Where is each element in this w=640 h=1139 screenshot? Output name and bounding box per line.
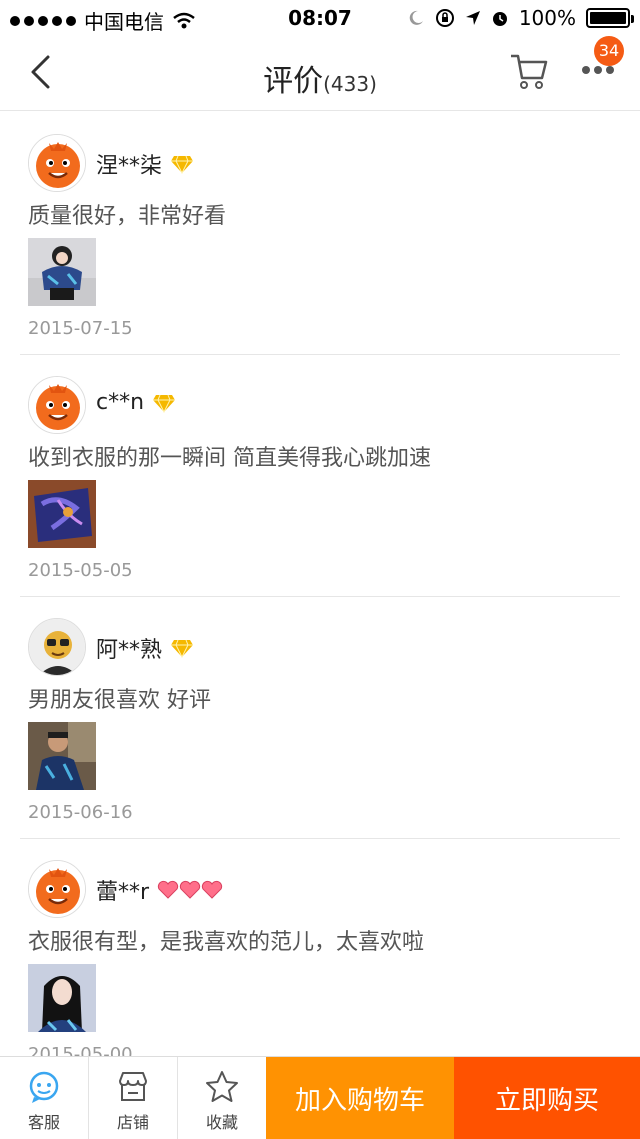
username: c**n (96, 390, 176, 415)
review-photo[interactable] (28, 238, 96, 306)
rotation-lock-icon (435, 9, 454, 27)
review-text: 男朋友很喜欢 好评 (28, 688, 211, 713)
review-date: 2015-06-16 (28, 802, 133, 823)
review-photo[interactable] (28, 480, 96, 548)
diamond-icon (171, 155, 194, 174)
review-item: 蕾**r 衣服很有型，是我喜欢的范儿，太喜欢啦 2015-05-00 (20, 838, 620, 1080)
customer-service-icon (29, 1071, 59, 1103)
location-arrow-icon (465, 11, 480, 25)
review-photo[interactable] (28, 722, 96, 790)
status-right: 100% (407, 6, 634, 30)
username: 涅**柒 (96, 148, 194, 180)
status-bar: 中国电信 08:07 100% (0, 0, 640, 36)
username-text: c**n (96, 390, 145, 415)
avatar[interactable] (28, 134, 86, 192)
battery-icon (586, 8, 634, 28)
review-photo[interactable] (28, 964, 96, 1032)
review-item: 涅**柒 质量很好，非常好看 2015-07-15 (20, 112, 620, 355)
battery-fill (590, 12, 626, 24)
shop-label: 店铺 (116, 1113, 149, 1132)
review-text: 衣服很有型，是我喜欢的范儿，太喜欢啦 (28, 930, 425, 955)
buy-now-button[interactable]: 立即购买 (454, 1057, 640, 1139)
username: 蕾**r (96, 874, 223, 906)
favorite-label: 收藏 (205, 1113, 238, 1132)
review-item: 阿**熟 男朋友很喜欢 好评 2015-06-16 (20, 596, 620, 839)
nav-bar: 评价(433) 34 (0, 36, 640, 111)
username-text: 涅**柒 (96, 154, 163, 179)
star-icon (206, 1071, 238, 1102)
shop-button[interactable]: 店铺 (89, 1057, 177, 1139)
review-count: (433) (323, 72, 377, 96)
favorite-button[interactable]: 收藏 (178, 1057, 266, 1139)
notification-badge: 34 (594, 36, 624, 66)
review-date: 2015-07-15 (28, 318, 133, 339)
username-text: 阿**熟 (96, 638, 163, 663)
moon-icon (409, 10, 423, 25)
alarm-icon (492, 12, 507, 26)
avatar[interactable] (28, 860, 86, 918)
username-text: 蕾**r (96, 880, 150, 905)
diamond-icon (153, 394, 176, 413)
review-item: c**n 收到衣服的那一瞬间 简直美得我心跳加速 2015-05-05 (20, 354, 620, 597)
diamond-icon (171, 639, 194, 658)
review-date: 2015-05-05 (28, 560, 133, 581)
avatar[interactable] (28, 376, 86, 434)
review-text: 收到衣服的那一瞬间 简直美得我心跳加速 (28, 446, 431, 471)
cart-icon[interactable] (508, 50, 550, 92)
customer-service-button[interactable]: 客服 (0, 1057, 88, 1139)
review-text: 质量很好，非常好看 (28, 204, 227, 229)
bottom-action-bar: 客服 店铺 收藏 加入购物车 立即购买 (0, 1056, 640, 1139)
page-title-text: 评价 (263, 64, 324, 99)
hearts-icon (157, 880, 223, 899)
customer-service-label: 客服 (27, 1113, 60, 1132)
shop-icon (119, 1072, 147, 1101)
avatar[interactable] (28, 618, 86, 676)
username: 阿**熟 (96, 632, 194, 664)
add-to-cart-button[interactable]: 加入购物车 (266, 1057, 454, 1139)
battery-percent: 100% (518, 6, 576, 30)
